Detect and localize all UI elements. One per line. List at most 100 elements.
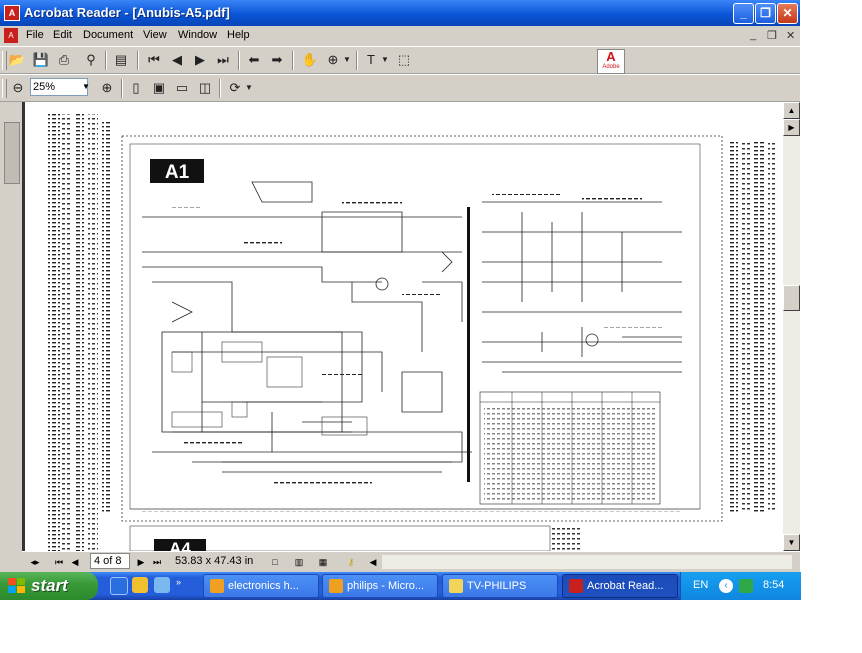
document-viewport[interactable]: A1 A4 [22,102,783,551]
minimize-button[interactable]: _ [733,3,754,24]
task-philips[interactable]: philips - Micro... [322,574,438,598]
component-table [479,391,661,505]
language-indicator[interactable]: EN [693,579,708,591]
clock: 8:54 [763,579,785,591]
main-toolbar: 📂 💾 ⎙ ⚲ ▤ ⏮ ◀ ▶ ⏭ ⬅ ➡ ✋ ⊕ ▼ T ▼ ⬚ A Adob… [0,46,800,74]
navigation-pane [0,102,23,551]
acrobat-app-icon[interactable]: A [4,5,20,21]
zoom-in-tool-icon[interactable]: ⊕ [324,51,342,69]
windows-flag-icon [8,578,25,593]
quick-launch-more-icon[interactable]: » [176,577,184,593]
single-page-icon[interactable]: □ [268,555,282,569]
page-size-text: 53.83 x 47.43 in [175,555,254,567]
go-back-icon[interactable]: ⬅ [245,51,263,69]
graphics-select-tool-icon[interactable]: ⬚ [395,51,413,69]
bookmarks-tab[interactable] [4,122,20,184]
view-toolbar: ⊖ 25% ▼ ⊕ ▯ ▣ ▭ ◫ ⟳ ▼ [0,74,800,102]
task-philips-label: philips - Micro... [347,580,425,592]
open-icon[interactable]: 📂 [8,51,26,69]
hand-tool-icon[interactable]: ✋ [301,51,319,69]
actual-size-icon[interactable]: ▯ [127,79,145,97]
system-tray: EN ‹ 8:54 [680,572,801,600]
doc-restore-icon[interactable]: ❐ [767,29,777,42]
title-bar[interactable]: A Acrobat Reader - [Anubis-A5.pdf] _ ❐ ✕ [0,0,800,26]
menu-window[interactable]: Window [178,29,217,41]
text-select-tool-icon[interactable]: T [362,51,380,69]
scroll-down-icon[interactable]: ▼ [783,534,800,551]
doc-minimize-icon[interactable]: _ [750,29,756,41]
menu-edit[interactable]: Edit [53,29,72,41]
menu-document[interactable]: Document [83,29,133,41]
task-electronics[interactable]: electronics h... [203,574,319,598]
block-label-a4: A4 [169,539,191,551]
acrobat-window: A Acrobat Reader - [Anubis-A5.pdf] _ ❐ ✕… [0,0,800,572]
window-title: Acrobat Reader - [Anubis-A5.pdf] [24,5,230,20]
previous-page-icon[interactable]: ◀ [168,51,186,69]
status-previous-page-icon[interactable]: ◀ [68,555,82,569]
adobe-logo-text: Adobe [602,64,620,70]
maximize-button[interactable]: ❐ [755,3,776,24]
task-tv-philips-label: TV-PHILIPS [467,580,527,592]
page-number-field[interactable]: 4 of 8 [90,553,130,569]
scroll-page-right-icon[interactable]: ▶ [783,119,800,136]
find-icon[interactable]: ⚲ [82,51,100,69]
zoom-in-icon[interactable]: ⊕ [98,79,116,97]
taskbar: start » electronics h... philips - Micro… [0,572,801,600]
fit-width-icon[interactable]: ▭ [173,79,191,97]
scroll-thumb[interactable] [783,285,800,311]
media-player-icon[interactable] [132,577,148,593]
browser-window-icon [210,579,224,593]
status-next-page-icon[interactable]: ▶ [134,555,148,569]
fit-page-icon[interactable]: ▣ [150,79,168,97]
save-icon[interactable]: 💾 [32,51,50,69]
zoom-tool-dropdown-icon[interactable]: ▼ [342,51,352,69]
start-label: start [31,576,68,595]
tray-expand-icon[interactable]: ‹ [719,579,733,593]
task-tv-philips[interactable]: TV-PHILIPS [442,574,558,598]
menu-view[interactable]: View [143,29,167,41]
toolbar-grip-2[interactable] [2,79,7,98]
horizontal-scrollbar[interactable] [382,555,792,569]
key-icon[interactable]: ⚷ [344,555,358,569]
page-layout-icon[interactable]: ◂▸ [28,555,42,569]
status-bar: ◂▸ ⏮ ◀ 4 of 8 ▶ ⏭ 53.83 x 47.43 in □ ▥ ▦… [22,551,800,572]
status-first-page-icon[interactable]: ⏮ [52,555,66,569]
menu-bar: A File Edit Document View Window Help _ … [0,26,800,45]
last-page-icon[interactable]: ⏭ [214,51,232,69]
scroll-up-icon[interactable]: ▲ [783,102,800,119]
menu-help[interactable]: Help [227,29,250,41]
browser-window-icon-2 [329,579,343,593]
fit-visible-icon[interactable]: ◫ [196,79,214,97]
next-page-icon[interactable]: ▶ [191,51,209,69]
menu-file[interactable]: File [26,29,44,41]
rotate-view-icon[interactable]: ⟳ [226,79,244,97]
schematic-page: A1 A4 [22,102,783,551]
show-hide-navigation-icon[interactable]: ▤ [112,51,130,69]
zoom-out-icon[interactable]: ⊖ [9,79,27,97]
block-label-a1: A1 [165,162,190,183]
close-button[interactable]: ✕ [777,3,798,24]
text-tool-dropdown-icon[interactable]: ▼ [380,51,390,69]
doc-close-icon[interactable]: ✕ [786,29,795,42]
network-icon[interactable] [739,579,753,593]
vertical-scrollbar[interactable]: ▲ ▶ ▼ [783,102,800,551]
adobe-logo[interactable]: A Adobe [597,49,625,74]
zoom-dropdown-icon[interactable]: ▼ [79,78,93,96]
quick-launch-icon[interactable] [154,577,170,593]
toolbar-grip[interactable] [2,51,7,70]
start-button[interactable]: start [0,572,98,600]
task-acrobat[interactable]: Acrobat Read... [562,574,678,598]
transformer-bar [467,207,470,482]
internet-explorer-icon[interactable] [110,577,128,595]
status-last-page-icon[interactable]: ⏭ [150,555,164,569]
first-page-icon[interactable]: ⏮ [145,51,163,69]
go-forward-icon[interactable]: ➡ [268,51,286,69]
continuous-icon[interactable]: ▥ [292,555,306,569]
hscroll-left-icon[interactable]: ◀ [366,555,380,569]
rotate-dropdown-icon[interactable]: ▼ [244,79,254,97]
continuous-facing-icon[interactable]: ▦ [316,555,330,569]
folder-icon [449,579,463,593]
print-icon[interactable]: ⎙ [55,51,73,69]
document-icon[interactable]: A [4,28,18,43]
adobe-logo-letter: A [606,49,616,64]
